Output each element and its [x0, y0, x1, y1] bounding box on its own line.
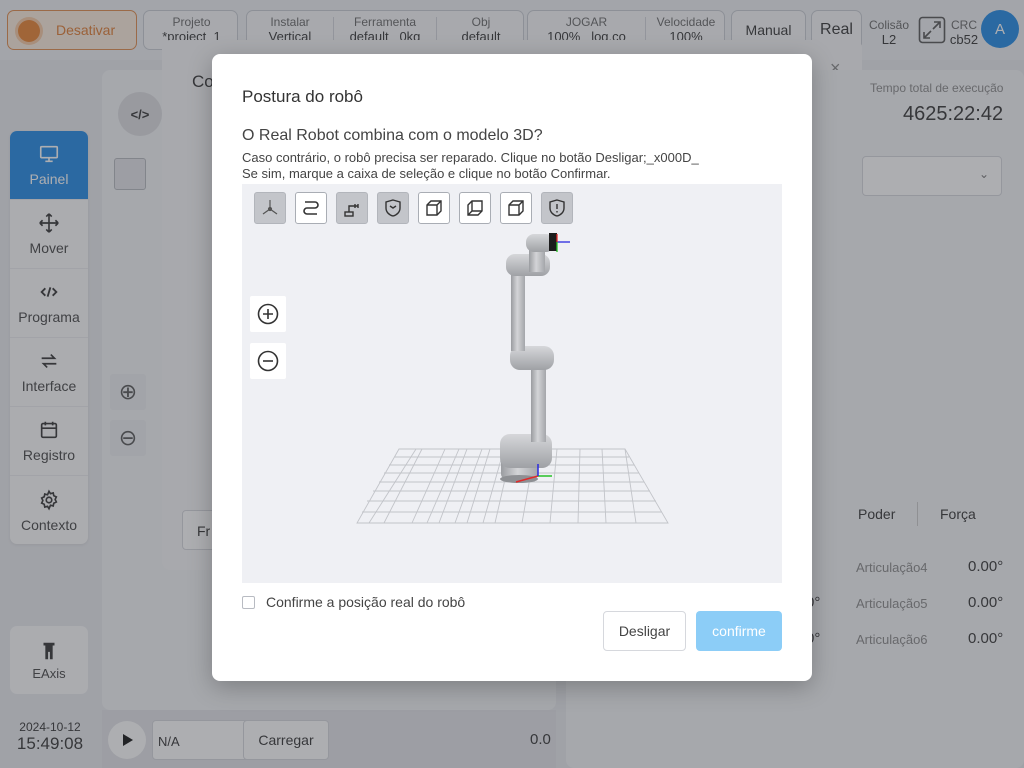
confirm-label: confirme [712, 623, 766, 639]
dialog-instruction-2: Se sim, marque a caixa de seleção e cliq… [242, 166, 611, 181]
dialog-question: O Real Robot combina com o modelo 3D? [242, 127, 543, 144]
dialog-title: Postura do robô [242, 87, 363, 106]
confirm-position-row[interactable]: Confirme a posição real do robô [242, 594, 465, 610]
dialog-instruction-1: Caso contrário, o robô precisa ser repar… [242, 150, 699, 165]
robot-posture-dialog: Postura do robô O Real Robot combina com… [212, 54, 812, 681]
confirm-position-label: Confirme a posição real do robô [266, 594, 466, 610]
power-off-label: Desligar [618, 623, 671, 639]
confirm-button[interactable]: confirme [696, 611, 782, 651]
confirm-position-checkbox[interactable] [242, 595, 255, 609]
robot-3d-model [356, 233, 669, 524]
robot-3d-viewport[interactable] [242, 184, 782, 583]
power-off-button[interactable]: Desligar [603, 611, 686, 651]
